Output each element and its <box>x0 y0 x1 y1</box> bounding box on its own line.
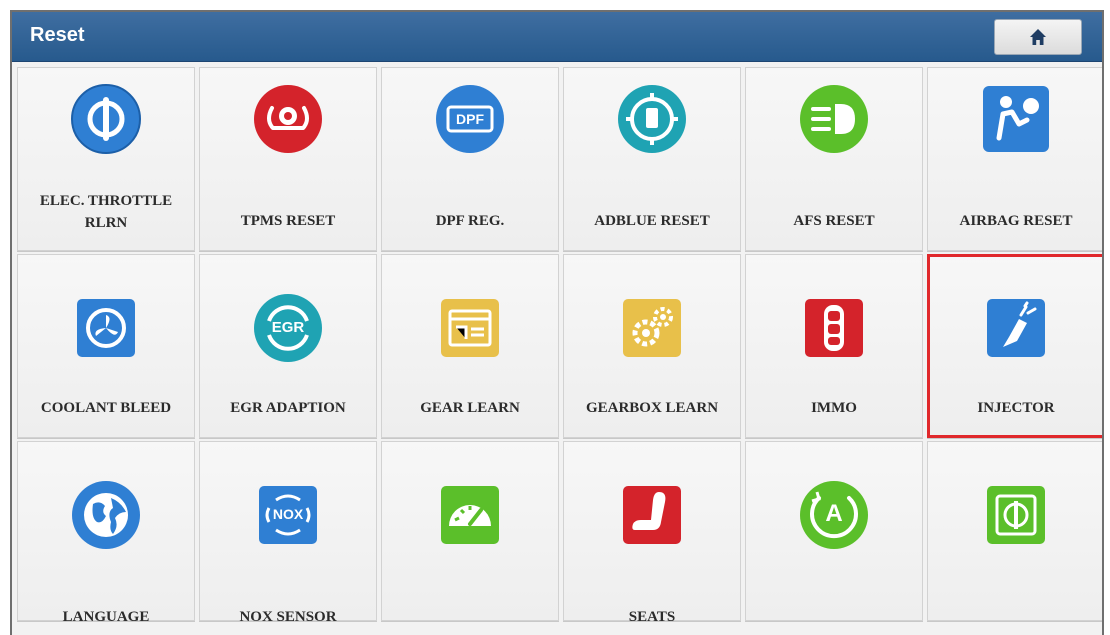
tile-egr-adaption[interactable]: EGR EGR ADAPTION <box>199 254 377 438</box>
steering-angle-icon <box>979 478 1053 552</box>
tile-immo[interactable]: IMMO <box>745 254 923 438</box>
nox-icon-text: NOX <box>272 506 304 522</box>
tile-seats[interactable]: SEATS <box>563 441 741 625</box>
tile-label: LANGUAGE <box>62 609 150 625</box>
function-grid: ELEC. THROTTLE RLRN TPMS RESET DPF DPF R… <box>17 67 1102 625</box>
tile-steering-angle[interactable] <box>927 441 1102 621</box>
tile-adblue-reset[interactable]: ADBLUE RESET <box>563 67 741 251</box>
gearbox-gears-icon <box>615 291 689 365</box>
tile-label: ELEC. THROTTLE RLRN <box>39 193 173 231</box>
tile-elec-throttle-rlrn[interactable]: ELEC. THROTTLE RLRN <box>17 67 195 251</box>
tile-language[interactable]: LANGUAGE <box>17 441 195 625</box>
title-bar: Reset <box>12 12 1102 62</box>
coolant-fan-icon <box>69 291 143 365</box>
seat-icon <box>615 478 689 552</box>
tile-label: IMMO <box>811 400 857 416</box>
immo-key-icon <box>797 291 871 365</box>
auto-icon-text: A <box>825 500 843 527</box>
egr-icon-text: EGR <box>271 319 305 336</box>
tile-label: AFS RESET <box>793 213 875 229</box>
tile-label: GEAR LEARN <box>420 400 520 416</box>
home-icon <box>1030 29 1046 45</box>
auto-start-stop-icon: A <box>797 478 871 552</box>
nox-icon: NOX <box>251 478 325 552</box>
tile-gearbox-learn[interactable]: GEARBOX LEARN <box>563 254 741 438</box>
tile-label: SEATS <box>628 609 676 625</box>
tile-label: GEARBOX LEARN <box>585 400 719 416</box>
reset-window: Reset ELEC. THROTTLE RLRN TPMS RESET DPF… <box>10 10 1104 635</box>
gauge-icon <box>433 478 507 552</box>
injector-icon <box>979 291 1053 365</box>
airbag-icon <box>979 82 1053 156</box>
tile-gauge[interactable] <box>381 441 559 621</box>
tile-tpms-reset[interactable]: TPMS RESET <box>199 67 377 251</box>
adblue-icon <box>615 82 689 156</box>
tile-label: ADBLUE RESET <box>594 213 710 229</box>
dpf-icon-text: DPF <box>456 111 484 127</box>
tile-afs-reset[interactable]: AFS RESET <box>745 67 923 251</box>
tile-label: DPF REG. <box>435 213 505 229</box>
dpf-icon: DPF <box>433 82 507 156</box>
tile-coolant-bleed[interactable]: COOLANT BLEED <box>17 254 195 438</box>
tile-dpf-reg[interactable]: DPF DPF REG. <box>381 67 559 251</box>
throttle-icon <box>69 82 143 156</box>
egr-icon: EGR <box>251 291 325 365</box>
page-title: Reset <box>30 24 85 46</box>
tile-auto-start-stop[interactable]: A <box>745 441 923 621</box>
tile-gear-learn[interactable]: GEAR LEARN <box>381 254 559 438</box>
tile-label: AIRBAG RESET <box>959 213 1073 229</box>
tile-airbag-reset[interactable]: AIRBAG RESET <box>927 67 1102 251</box>
globe-icon <box>69 478 143 552</box>
tile-label: EGR ADAPTION <box>230 400 346 416</box>
tpms-icon <box>251 82 325 156</box>
tile-label: NOX SENSOR <box>239 609 337 625</box>
home-button[interactable] <box>994 19 1082 55</box>
afs-headlight-icon <box>797 82 871 156</box>
tile-label: TPMS RESET <box>240 213 336 229</box>
tile-label: COOLANT BLEED <box>40 400 172 416</box>
tile-nox-sensor[interactable]: NOX NOX SENSOR <box>199 441 377 625</box>
gear-learn-icon <box>433 291 507 365</box>
tile-label: INJECTOR <box>977 400 1055 416</box>
tile-injector[interactable]: INJECTOR <box>927 254 1102 438</box>
